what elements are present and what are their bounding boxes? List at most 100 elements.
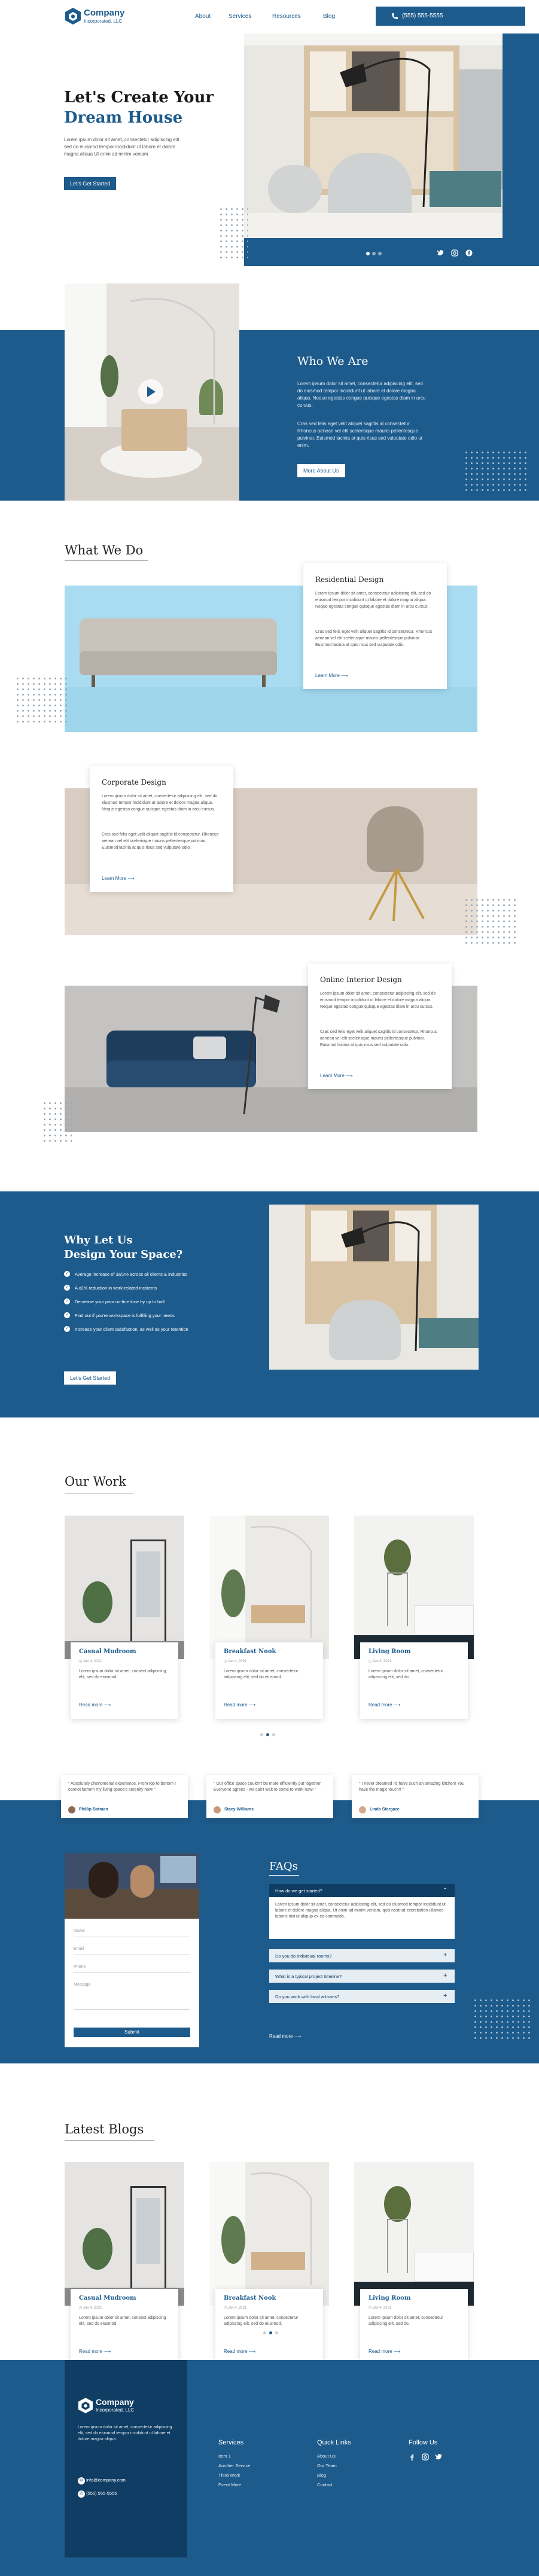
footer-quick-link[interactable]: About Us xyxy=(317,2453,389,2459)
work-title: Our Work xyxy=(65,1474,127,1489)
learn-more-label: Learn More xyxy=(315,673,340,678)
blog-pagination[interactable] xyxy=(263,2331,281,2335)
blog-card-title: Living Room xyxy=(369,2295,411,2301)
nav-blog[interactable]: Blog xyxy=(323,13,335,20)
testimonial-quote: " Our office space couldn't be more effi… xyxy=(214,1782,322,1792)
who-cta-button[interactable]: More About Us xyxy=(297,464,345,477)
blog-card[interactable]: Breakfast Nook ◷ Jan 4, 2021 Lorem ipsum… xyxy=(209,2162,329,2368)
clock-icon: ◷ xyxy=(79,1660,83,1663)
faq-item[interactable]: Do you do individual rooms? + xyxy=(269,1949,455,1962)
phone-field[interactable]: Phone xyxy=(74,1965,190,1973)
nav-about[interactable]: About xyxy=(195,13,211,20)
faq-item[interactable]: What is a typical project timeline? + xyxy=(269,1970,455,1983)
blog-card-link[interactable]: Read more ⟶ xyxy=(369,2349,400,2354)
twitter-icon[interactable] xyxy=(437,249,444,257)
email-text: info@company.com xyxy=(86,2477,126,2483)
phone-button[interactable]: (555) 555-5555 xyxy=(376,7,525,26)
footer-service-link[interactable]: Another Service xyxy=(218,2463,290,2468)
header: Company Incorporated, LLC About Services… xyxy=(0,0,539,33)
plus-icon: + xyxy=(443,1952,447,1959)
why-title-1: Why Let Us xyxy=(64,1234,133,1246)
footer-service-link[interactable]: Event More xyxy=(218,2482,290,2487)
blog-card-link[interactable]: Read more ⟶ xyxy=(79,2349,111,2354)
work-pagination[interactable] xyxy=(260,1733,278,1737)
message-field[interactable]: Message xyxy=(74,1983,190,2010)
nav-resources[interactable]: Resources xyxy=(272,13,301,20)
faq-read-more[interactable]: Read more ⟶ xyxy=(269,2034,301,2039)
footer-quick-link[interactable]: Blog xyxy=(317,2473,389,2478)
video-play-button[interactable] xyxy=(138,379,163,404)
residential-learn-more[interactable]: Learn More ⟶ xyxy=(315,673,348,678)
twitter-icon[interactable] xyxy=(435,2453,443,2461)
testimonial-name: Phillip Batman xyxy=(79,1807,108,1812)
check-circle-icon: ✓ xyxy=(64,1312,70,1318)
work-card-title: Casual Mudroom xyxy=(79,1648,136,1655)
blog-card[interactable]: Living Room ◷ Jan 4, 2021 Lorem ipsum do… xyxy=(354,2162,474,2368)
footer-phone[interactable]: ✆ (555) 555-5555 xyxy=(78,2490,117,2498)
arrow-right-icon: ⟶ xyxy=(341,673,348,678)
work-image xyxy=(209,1516,329,1659)
hero-cta-button[interactable]: Let's Get Started xyxy=(64,177,117,190)
why-point-text: Average increase of 3a/2% across all cli… xyxy=(75,1272,188,1277)
plus-icon: + xyxy=(443,1992,447,1999)
faq-question: How do we get started? xyxy=(275,1888,322,1894)
facebook-icon[interactable] xyxy=(409,2453,416,2461)
corporate-p1: Lorem ipsum dolor sit amet, consectetur … xyxy=(102,794,218,812)
name-field[interactable]: Name xyxy=(74,1929,190,1937)
submit-button[interactable]: Submit xyxy=(74,2028,190,2037)
footer-service-link[interactable]: Item 1 xyxy=(218,2453,290,2459)
email-field[interactable]: Email xyxy=(74,1947,190,1955)
clock-icon: ◷ xyxy=(369,1660,372,1663)
play-icon xyxy=(147,386,156,397)
faq-item[interactable]: Do you work with local artisans? + xyxy=(269,1990,455,2003)
testimonial-name: Stacy Williams xyxy=(224,1807,254,1812)
blog-card-link[interactable]: Read more ⟶ xyxy=(224,2349,255,2354)
work-image xyxy=(65,1516,184,1659)
slider-dots[interactable] xyxy=(366,251,390,256)
work-card-text: Lorem ipsum dolor sit amet, consect adip… xyxy=(79,1669,166,1679)
online-card: Online Interior Design Lorem ipsum dolor… xyxy=(308,964,452,1089)
faq-open-item[interactable]: How do we get started? ⌃ Lorem ipsum dol… xyxy=(269,1884,455,1939)
work-card[interactable]: Living Room ◷ Jan 4, 2021 Lorem ipsum do… xyxy=(354,1516,474,1722)
arrow-right-icon: ⟶ xyxy=(103,2349,111,2354)
why-cta-button[interactable]: Let's Get Started xyxy=(64,1371,117,1385)
work-card[interactable]: Breakfast Nook ◷ Jan 4, 2021 Lorem ipsum… xyxy=(209,1516,329,1722)
faq-open-header[interactable]: How do we get started? ⌃ xyxy=(269,1884,455,1897)
footer-quick-link[interactable]: Contact xyxy=(317,2482,389,2487)
footer-service-link[interactable]: Third Work xyxy=(218,2473,290,2478)
instagram-icon[interactable] xyxy=(451,249,458,257)
work-card-link[interactable]: Read more ⟶ xyxy=(79,1702,111,1708)
footer-quick-link[interactable]: Our Team xyxy=(317,2463,389,2468)
corporate-learn-more[interactable]: Learn More ⟶ xyxy=(102,876,135,881)
phone-label: (555) 555-5555 xyxy=(402,13,443,19)
blog-card-title: Breakfast Nook xyxy=(224,2295,276,2301)
why-point-text: Increase your client satisfaction, as we… xyxy=(75,1327,188,1332)
footer-follow-title: Follow Us xyxy=(409,2439,438,2446)
check-circle-icon: ✓ xyxy=(64,1271,70,1277)
hero-text: Lorem ipsum dolor sit amet, consectetur … xyxy=(64,137,179,157)
clock-icon: ◷ xyxy=(224,1660,227,1663)
footer-follow: Follow Us xyxy=(409,2439,474,2462)
check-circle-icon: ✓ xyxy=(64,1285,70,1291)
facebook-icon[interactable] xyxy=(465,249,473,257)
online-learn-more[interactable]: Learn More ⟶ xyxy=(320,1073,353,1078)
arrow-right-icon: ⟶ xyxy=(393,2349,401,2354)
footer-email[interactable]: ✉ info@company.com xyxy=(78,2477,126,2484)
logo[interactable]: Company Incorporated, LLC xyxy=(65,7,148,26)
blog-card-text: Lorem ipsum dolor sit amet, consectetur … xyxy=(224,2316,299,2326)
clock-icon: ◷ xyxy=(369,2306,372,2310)
testimonial-card: " Absolutely phenomenal experience. From… xyxy=(61,1775,188,1818)
blog-card[interactable]: Casual Mudroom ◷ Jan 4, 2021 Lorem ipsum… xyxy=(65,2162,184,2368)
work-card[interactable]: Casual Mudroom ◷ Jan 4, 2021 Lorem ipsum… xyxy=(65,1516,184,1722)
blog-card-text: Lorem ipsum dolor sit amet, consect adip… xyxy=(79,2316,166,2326)
read-more-label: Read more xyxy=(79,2349,103,2354)
arrow-right-icon: ⟶ xyxy=(103,1702,111,1708)
nav-services[interactable]: Services xyxy=(229,13,251,20)
what-title: What We Do xyxy=(65,543,144,557)
work-card-link[interactable]: Read more ⟶ xyxy=(369,1702,400,1708)
work-card-link[interactable]: Read more ⟶ xyxy=(224,1702,255,1708)
instagram-icon[interactable] xyxy=(422,2453,429,2461)
hero-dots xyxy=(218,206,248,260)
hero-title-2: Dream House xyxy=(64,109,183,127)
mail-icon: ✉ xyxy=(78,2477,85,2484)
